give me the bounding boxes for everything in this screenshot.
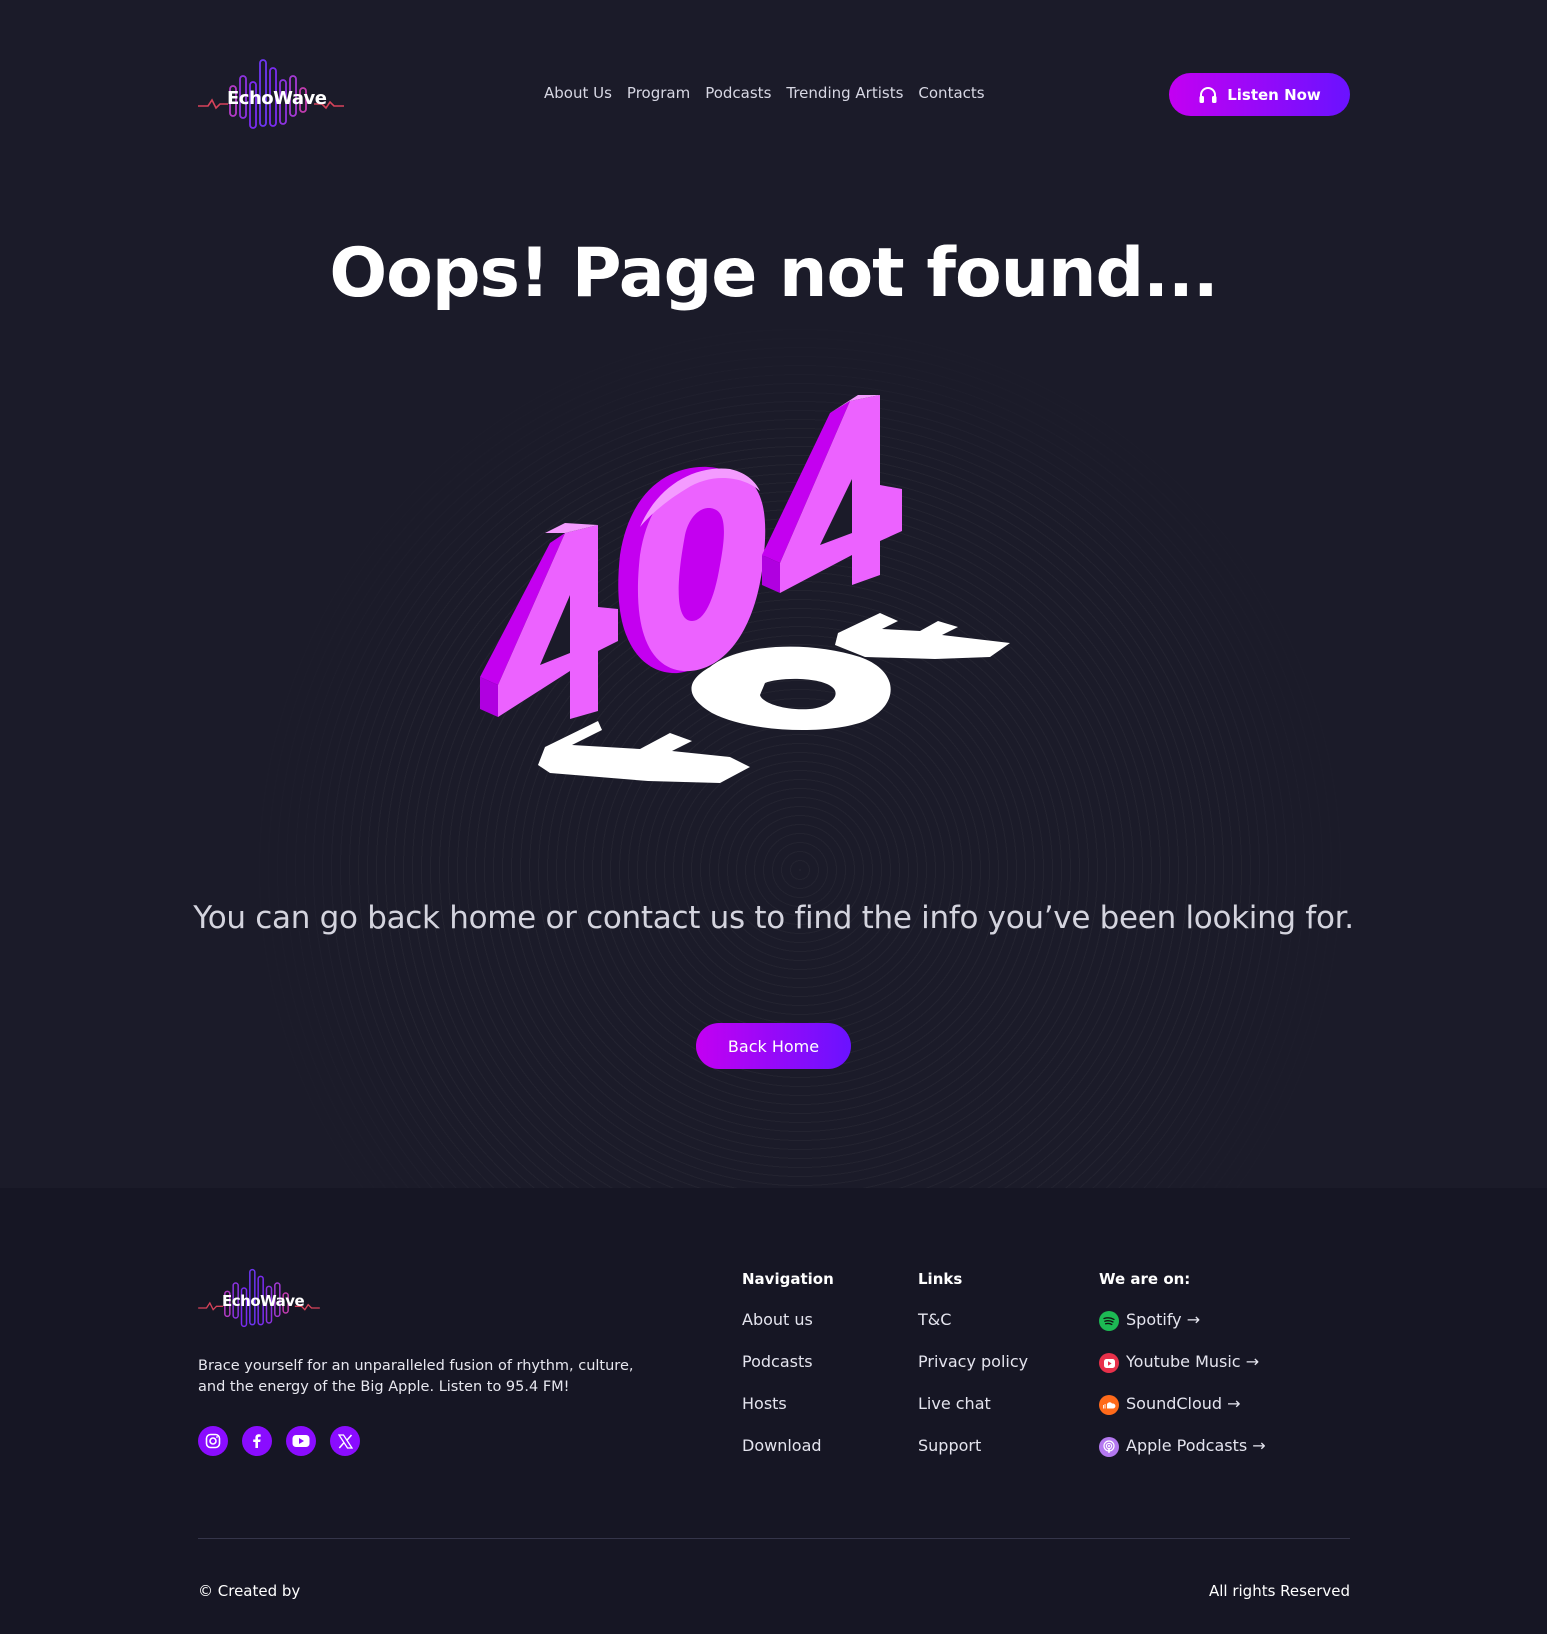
nav-contacts[interactable]: Contacts — [918, 84, 984, 102]
footer-brand-logo[interactable]: EchoWave — [198, 1268, 320, 1328]
nav-podcasts[interactable]: Podcasts — [705, 84, 771, 102]
footer-link-privacy-policy[interactable]: Privacy policy — [918, 1352, 1028, 1394]
footer-link-terms[interactable]: T&C — [918, 1310, 1028, 1352]
instagram-icon — [205, 1433, 221, 1449]
footer-credit: © Created by — [198, 1582, 301, 1600]
nav-about-us[interactable]: About Us — [544, 84, 612, 102]
footer-link-live-chat[interactable]: Live chat — [918, 1394, 1028, 1436]
logo-text: EchoWave — [227, 88, 327, 109]
platform-link-apple-podcasts[interactable]: Apple Podcasts → — [1099, 1436, 1266, 1478]
platform-link-youtube-music[interactable]: Youtube Music → — [1099, 1352, 1266, 1394]
x-link[interactable] — [330, 1426, 360, 1456]
brand-logo[interactable]: EchoWave — [198, 58, 344, 130]
footer-rights: All rights Reserved — [1208, 1582, 1350, 1600]
page-title: Oops! Page not found... — [329, 234, 1218, 313]
footer-link-support[interactable]: Support — [918, 1436, 1028, 1478]
listen-now-button[interactable]: Listen Now — [1169, 73, 1350, 116]
footer-navigation-column: Navigation About us Podcasts Hosts Downl… — [742, 1270, 834, 1478]
footer-platforms-column: We are on: Spotify → Youtube Music → Sou… — [1099, 1270, 1266, 1478]
instagram-link[interactable] — [198, 1426, 228, 1456]
nav-trending-artists[interactable]: Trending Artists — [786, 84, 903, 102]
footer-platforms-heading: We are on: — [1099, 1270, 1191, 1288]
apple-podcasts-icon — [1099, 1437, 1119, 1457]
main-nav: About Us Program Podcasts Trending Artis… — [544, 84, 985, 102]
footer-link-hosts[interactable]: Hosts — [742, 1394, 834, 1436]
footer-link-about-us[interactable]: About us — [742, 1310, 834, 1352]
nav-program[interactable]: Program — [627, 84, 690, 102]
footer-navigation-heading: Navigation — [742, 1270, 834, 1288]
footer-link-podcasts[interactable]: Podcasts — [742, 1352, 834, 1394]
soundcloud-label: SoundCloud → — [1126, 1394, 1241, 1413]
hero-section: EchoWave About Us Program Podcasts Trend… — [0, 0, 1547, 1188]
spotify-icon — [1099, 1311, 1119, 1331]
youtube-icon — [292, 1435, 310, 1447]
page-subtitle: You can go back home or contact us to fi… — [193, 900, 1354, 936]
isometric-404-image — [480, 395, 1010, 783]
youtube-music-icon — [1099, 1353, 1119, 1373]
facebook-icon — [253, 1434, 261, 1448]
spotify-label: Spotify → — [1126, 1310, 1201, 1329]
social-links — [198, 1426, 360, 1456]
soundcloud-icon — [1099, 1395, 1119, 1415]
illustration-404 — [480, 395, 1060, 825]
youtube-link[interactable] — [286, 1426, 316, 1456]
footer-description: Brace yourself for an unparalleled fusio… — [198, 1358, 634, 1395]
site-footer: EchoWave Brace yourself for an unparalle… — [0, 1188, 1547, 1634]
site-header: EchoWave About Us Program Podcasts Trend… — [0, 0, 1547, 190]
platform-link-soundcloud[interactable]: SoundCloud → — [1099, 1394, 1266, 1436]
platform-link-spotify[interactable]: Spotify → — [1099, 1310, 1266, 1352]
apple-podcasts-label: Apple Podcasts → — [1126, 1436, 1266, 1455]
footer-link-download[interactable]: Download — [742, 1436, 834, 1478]
back-home-button[interactable]: Back Home — [696, 1023, 851, 1069]
footer-divider — [198, 1538, 1350, 1539]
youtube-music-label: Youtube Music → — [1126, 1352, 1260, 1371]
listen-now-label: Listen Now — [1227, 85, 1321, 104]
x-icon — [337, 1433, 353, 1449]
facebook-link[interactable] — [242, 1426, 272, 1456]
footer-links-heading: Links — [918, 1270, 963, 1288]
footer-links-column: Links T&C Privacy policy Live chat Suppo… — [918, 1270, 1028, 1478]
headphones-icon — [1199, 86, 1217, 103]
footer-logo-text: EchoWave — [222, 1292, 305, 1310]
